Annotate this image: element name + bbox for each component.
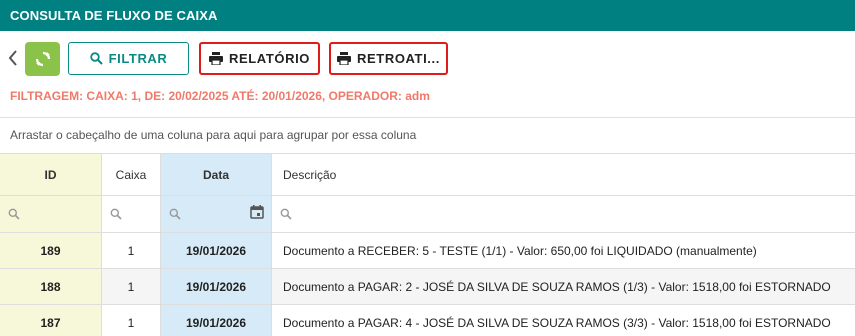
- search-icon: [169, 208, 181, 220]
- filtrar-label: FILTRAR: [108, 51, 168, 66]
- filter-cell-data[interactable]: [161, 196, 272, 232]
- search-icon: [89, 52, 103, 65]
- cell-caixa: 1: [102, 233, 161, 268]
- chevron-left-icon: [8, 50, 17, 66]
- column-header-id[interactable]: ID: [0, 154, 102, 195]
- cell-caixa: 1: [102, 269, 161, 304]
- filter-cell-caixa[interactable]: [102, 196, 161, 232]
- column-header-caixa[interactable]: Caixa: [102, 154, 161, 195]
- cell-descricao: Documento a RECEBER: 5 - TESTE (1/1) - V…: [283, 243, 757, 258]
- table-row[interactable]: 189 1 19/01/2026 Documento a RECEBER: 5 …: [0, 232, 855, 268]
- table-row[interactable]: 187 1 19/01/2026 Documento a PAGAR: 4 - …: [0, 304, 855, 336]
- column-header-data[interactable]: Data: [161, 154, 272, 195]
- cell-data: 19/01/2026: [161, 233, 272, 268]
- cell-id: 188: [0, 269, 102, 304]
- search-icon: [280, 208, 292, 220]
- refresh-button[interactable]: [25, 42, 60, 76]
- print-icon: [209, 52, 223, 65]
- column-header-descricao[interactable]: Descrição: [272, 154, 855, 195]
- filter-cell-id[interactable]: [0, 196, 102, 232]
- relatorio-label: RELATÓRIO: [229, 51, 310, 66]
- table-row[interactable]: 188 1 19/01/2026 Documento a PAGAR: 2 - …: [0, 268, 855, 304]
- search-icon: [8, 208, 20, 220]
- retroativo-button[interactable]: RETROATI...: [329, 42, 448, 75]
- cell-id: 187: [0, 305, 102, 336]
- app-header: CONSULTA DE FLUXO DE CAIXA: [0, 0, 855, 31]
- print-icon: [337, 52, 352, 65]
- cell-caixa: 1: [102, 305, 161, 336]
- cell-descricao: Documento a PAGAR: 2 - JOSÉ DA SILVA DE …: [272, 269, 855, 304]
- search-icon: [110, 208, 122, 220]
- filtrar-button[interactable]: FILTRAR: [68, 42, 189, 75]
- calendar-icon[interactable]: [250, 205, 264, 219]
- page-title: CONSULTA DE FLUXO DE CAIXA: [10, 8, 218, 23]
- refresh-icon: [35, 51, 50, 67]
- divider: [0, 117, 855, 118]
- retroativo-label: RETROATI...: [357, 51, 440, 66]
- back-button[interactable]: [6, 48, 20, 68]
- cell-data: 19/01/2026: [161, 305, 272, 336]
- grid-header-row: ID Caixa Data Descrição: [0, 153, 855, 195]
- cell-data: 19/01/2026: [161, 269, 272, 304]
- grid-filter-row: [0, 195, 855, 232]
- relatorio-button[interactable]: RELATÓRIO: [199, 42, 320, 75]
- group-by-panel: Arrastar o cabeçalho de uma coluna para …: [10, 128, 417, 142]
- cell-descricao: Documento a PAGAR: 4 - JOSÉ DA SILVA DE …: [283, 315, 831, 330]
- cell-id: 189: [0, 233, 102, 268]
- filter-cell-descricao[interactable]: [272, 196, 855, 232]
- filter-summary: FILTRAGEM: CAIXA: 1, DE: 20/02/2025 ATÉ:…: [10, 89, 430, 103]
